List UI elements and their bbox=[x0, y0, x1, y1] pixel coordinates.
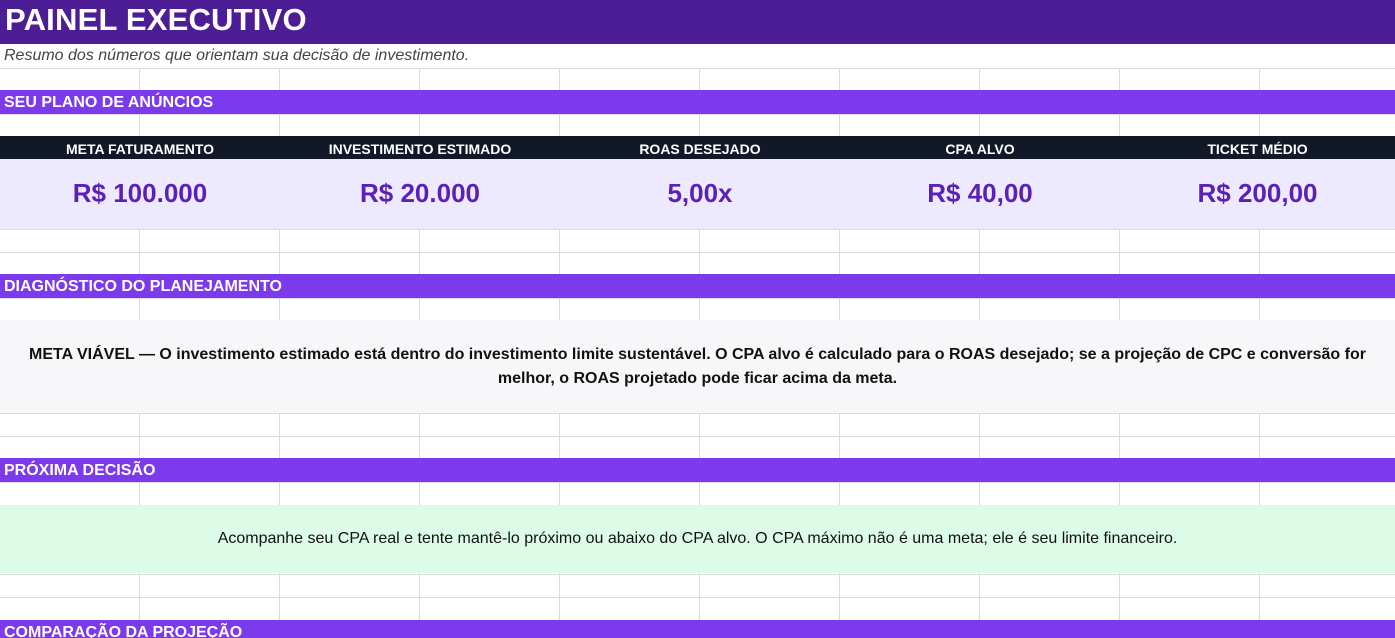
kpi-value-target-cpa[interactable]: R$ 40,00 bbox=[840, 159, 1120, 229]
diagnosis-text: META VIÁVEL — O investimento estimado es… bbox=[29, 345, 1366, 387]
kpi-label-target-cpa[interactable]: CPA ALVO bbox=[840, 136, 1120, 159]
kpi-label-estimated-investment[interactable]: INVESTIMENTO ESTIMADO bbox=[280, 136, 560, 159]
section-header-plan[interactable]: SEU PLANO DE ANÚNCIOS bbox=[0, 90, 1395, 114]
dashboard-title[interactable]: PAINEL EXECUTIVO bbox=[0, 0, 1395, 44]
kpi-label-average-ticket[interactable]: TICKET MÉDIO bbox=[1120, 136, 1395, 159]
next-decision-text: Acompanhe seu CPA real e tente mantê-lo … bbox=[217, 530, 1178, 547]
kpi-value-revenue-goal[interactable]: R$ 100.000 bbox=[0, 159, 280, 229]
section-header-next-decision[interactable]: PRÓXIMA DECISÃO bbox=[0, 458, 1395, 482]
section-header-comparison[interactable]: COMPARAÇÃO DA PROJEÇÃO bbox=[0, 620, 1395, 638]
kpi-label-desired-roas[interactable]: ROAS DESEJADO bbox=[560, 136, 840, 159]
dashboard-subtitle[interactable]: Resumo dos números que orientam sua deci… bbox=[0, 44, 1395, 68]
section-header-diagnosis[interactable]: DIAGNÓSTICO DO PLANEJAMENTO bbox=[0, 274, 1395, 298]
diagnosis-message[interactable]: META VIÁVEL — O investimento estimado es… bbox=[0, 320, 1395, 413]
next-decision-message[interactable]: Acompanhe seu CPA real e tente mantê-lo … bbox=[0, 505, 1395, 573]
kpi-values-row: R$ 100.000 R$ 20.000 5,00x R$ 40,00 R$ 2… bbox=[0, 159, 1395, 229]
kpi-value-average-ticket[interactable]: R$ 200,00 bbox=[1120, 159, 1395, 229]
kpi-label-revenue-goal[interactable]: META FATURAMENTO bbox=[0, 136, 280, 159]
kpi-value-desired-roas[interactable]: 5,00x bbox=[560, 159, 840, 229]
kpi-value-estimated-investment[interactable]: R$ 20.000 bbox=[280, 159, 560, 229]
kpi-header-row: META FATURAMENTO INVESTIMENTO ESTIMADO R… bbox=[0, 136, 1395, 159]
